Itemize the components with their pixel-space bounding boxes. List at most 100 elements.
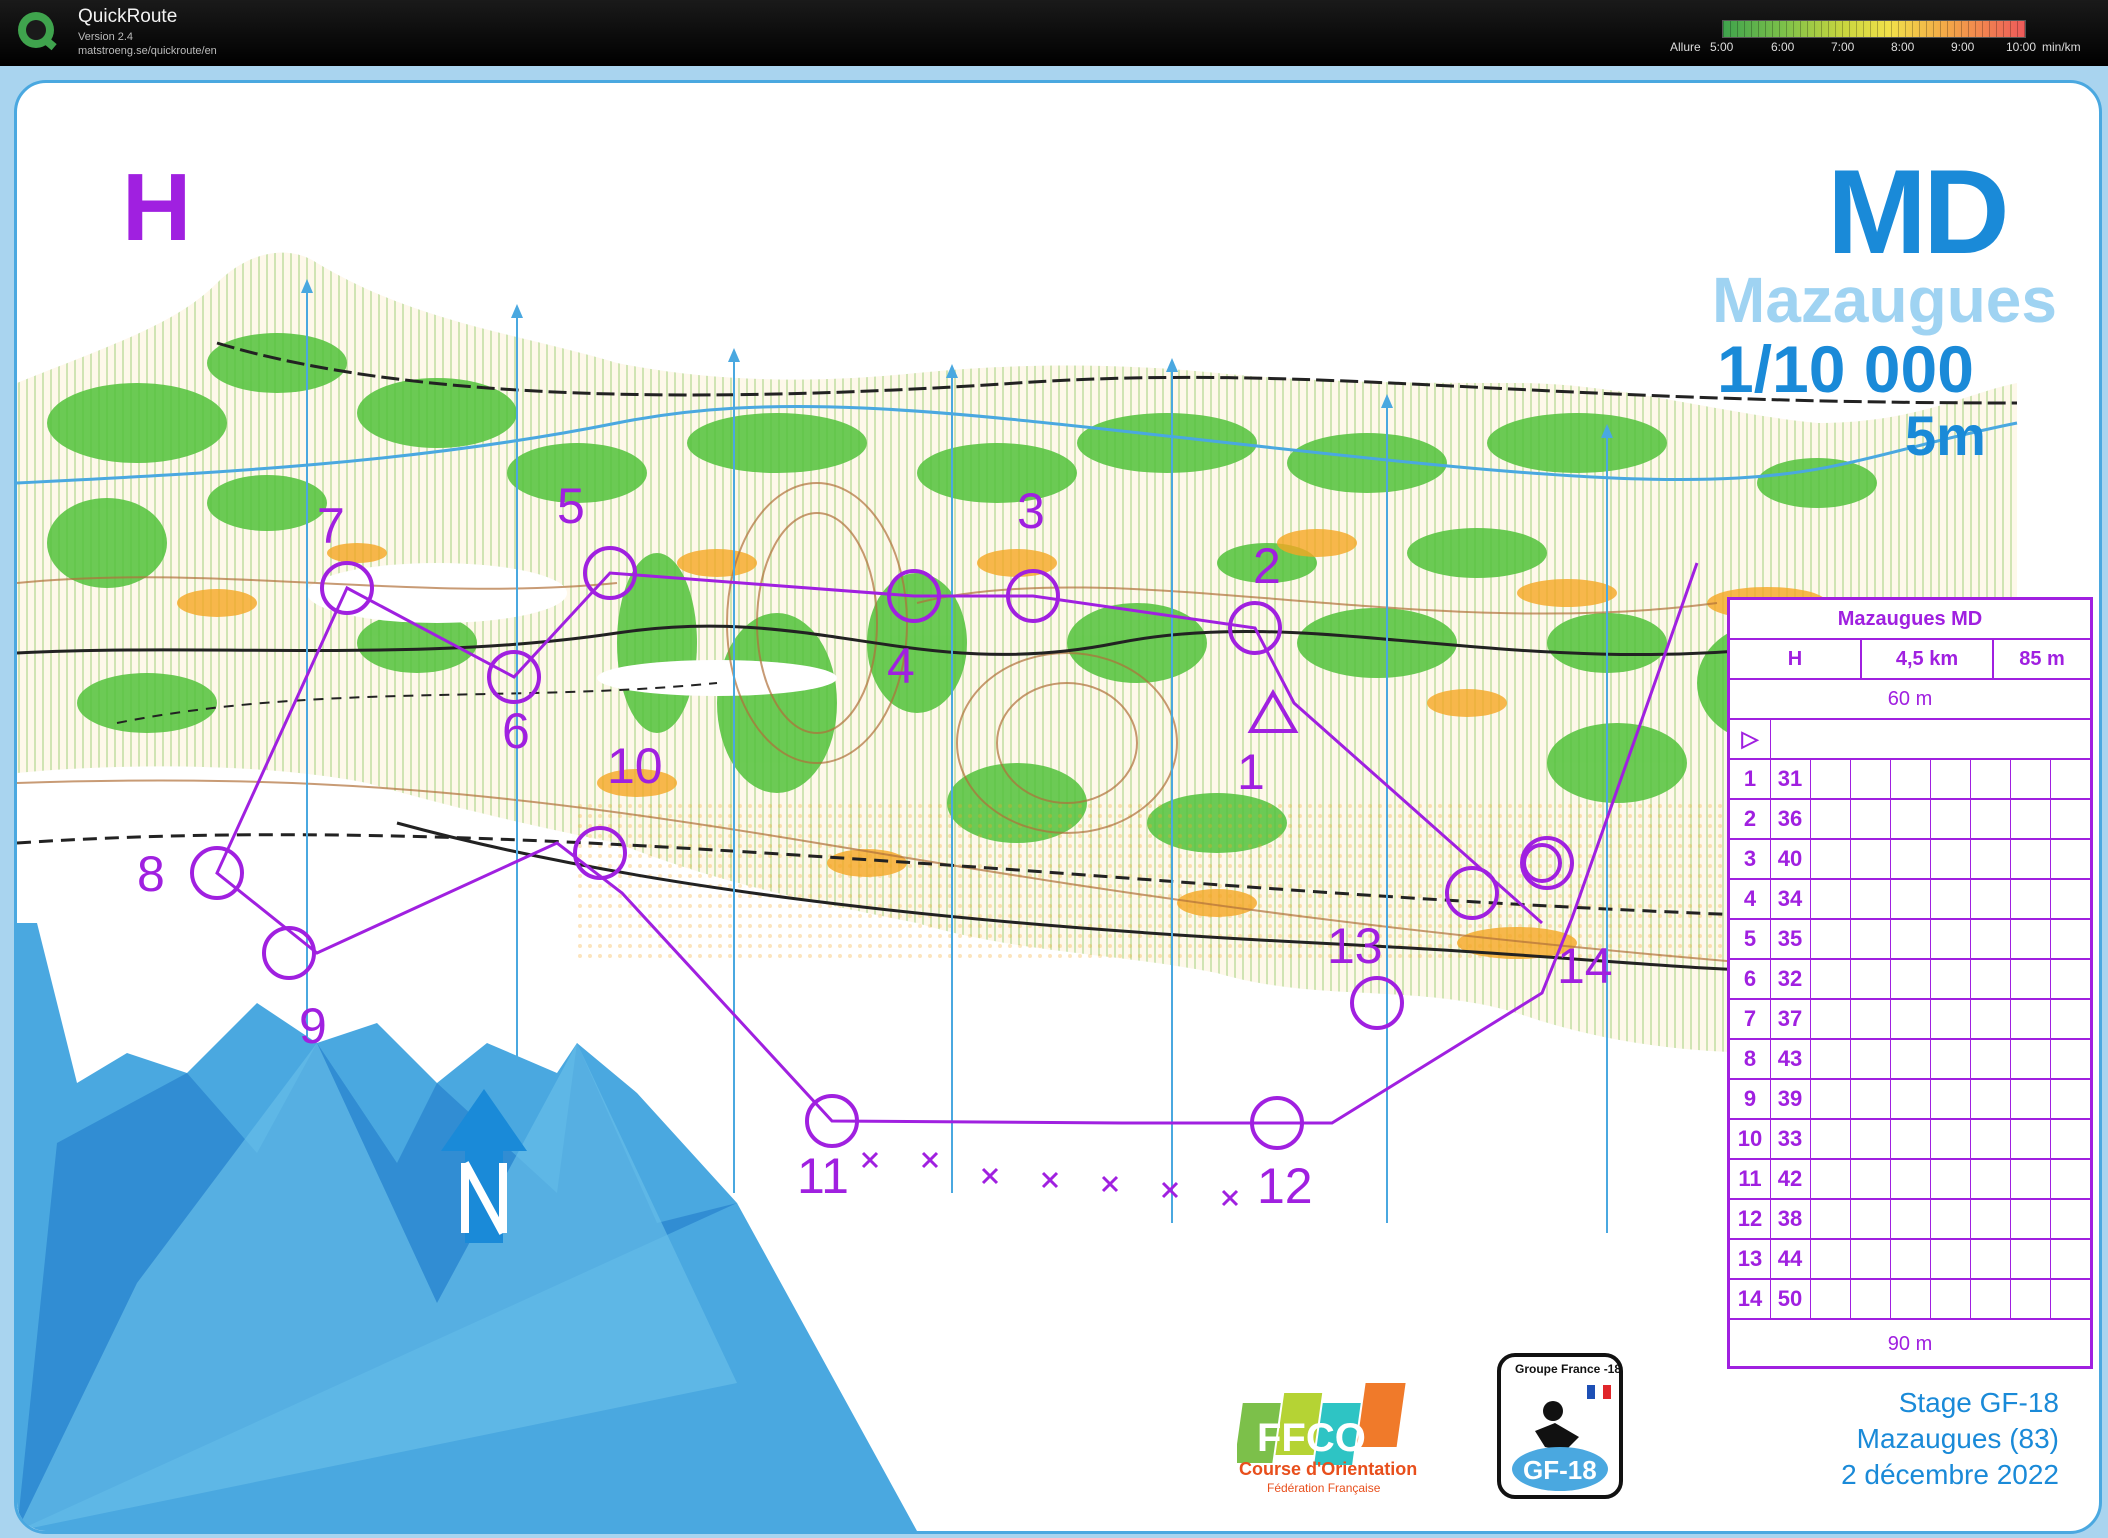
gf18-top-text: Groupe France -18 (1515, 1362, 1621, 1376)
cd-control-number: 5 (1730, 920, 1771, 958)
app-url[interactable]: matstroeng.se/quickroute/en (78, 45, 217, 57)
cd-control-number: 2 (1730, 800, 1771, 838)
cd-symbol-cell (1850, 1080, 1891, 1118)
pace-color-bar (1722, 20, 2026, 38)
cd-symbol-cell (1890, 960, 1931, 998)
cd-symbol-cell (1810, 760, 1851, 798)
cd-symbol-cell (1890, 1160, 1931, 1198)
cd-control-number: 11 (1730, 1160, 1771, 1198)
cd-symbol-cell (1850, 1040, 1891, 1078)
cd-symbol-cell (1810, 1200, 1851, 1238)
cd-event: Mazaugues MD (1837, 607, 1983, 630)
cd-control-number: 13 (1730, 1240, 1771, 1278)
cd-symbol-cell (2010, 920, 2051, 958)
contour-interval: 5m (1905, 404, 1986, 467)
cd-symbol-cell (2050, 1040, 2091, 1078)
cd-control-row: 13 44 (1730, 1240, 2091, 1280)
cd-symbol-cell (2050, 1240, 2091, 1278)
cd-control-number: 3 (1730, 840, 1771, 878)
ffco-caption: Course d'Orientation (1239, 1459, 1418, 1479)
cd-finish-marking: 90 m (1887, 1332, 1933, 1355)
cd-symbol-cell (1970, 920, 2011, 958)
cd-symbol-cell (1930, 1200, 1971, 1238)
cd-symbol-cell (1890, 1040, 1931, 1078)
pace-label: Allure (1670, 40, 1701, 54)
cd-class: H (1730, 640, 1862, 678)
cd-symbol-cell (1810, 1000, 1851, 1038)
cd-symbol-cell (2010, 1160, 2051, 1198)
cd-symbol-cell (1850, 1280, 1891, 1318)
cd-symbol-cell (1890, 760, 1931, 798)
cd-symbol-cell (2010, 1120, 2051, 1158)
cd-control-row: 5 35 (1730, 920, 2091, 960)
cd-control-code: 38 (1770, 1200, 1811, 1238)
cd-symbol-cell (1890, 1200, 1931, 1238)
cd-symbol-cell (1930, 840, 1971, 878)
map-scale: 1/10 000 (1717, 332, 1974, 406)
cd-symbol-cell (1890, 1120, 1931, 1158)
cd-symbol-cell (1970, 1080, 2011, 1118)
pace-tick: 10:00 (2006, 40, 2037, 54)
pace-tick: 8:00 (1891, 40, 1915, 54)
cd-control-row: 9 39 (1730, 1080, 2091, 1120)
cd-symbol-cell (2010, 760, 2051, 798)
cd-control-code: 42 (1770, 1160, 1811, 1198)
cd-symbol-cell (1930, 880, 1971, 918)
cd-symbol-cell (1810, 880, 1851, 918)
cd-length: 4,5 km (1862, 640, 1994, 678)
cd-symbol-cell (1850, 920, 1891, 958)
cd-symbol-cell (2050, 1080, 2091, 1118)
cd-symbol-cell (1930, 1080, 1971, 1118)
control-number: 14 (1557, 938, 1613, 994)
cd-control-code: 32 (1770, 960, 1811, 998)
cd-climb: 85 m (2019, 647, 2065, 670)
cd-control-row: 2 36 (1730, 800, 2091, 840)
cd-control-row: 10 33 (1730, 1120, 2091, 1160)
map-frame: 1 2 3 4 5 6 7 8 9 10 11 12 13 14 H MD Ma… (0, 66, 2108, 1538)
cd-symbol-cell (2050, 1160, 2091, 1198)
orienteering-map[interactable]: 1 2 3 4 5 6 7 8 9 10 11 12 13 14 H MD Ma… (14, 80, 2102, 1534)
control-number: 2 (1253, 538, 1281, 594)
app-titlebar: QuickRoute Version 2.4 matstroeng.se/qui… (0, 0, 2108, 66)
cd-title-row: Mazaugues MD (1730, 600, 2090, 640)
cd-symbol-cell (1850, 1240, 1891, 1278)
cd-control-row: 6 32 (1730, 960, 2091, 1000)
cd-symbol-cell (1850, 1120, 1891, 1158)
cd-control-number: 12 (1730, 1200, 1771, 1238)
cd-control-row: 3 40 (1730, 840, 2091, 880)
cd-symbol-cell (1970, 1040, 2011, 1078)
cd-symbol-cell (1890, 1280, 1931, 1318)
cd-control-code: 43 (1770, 1040, 1811, 1078)
cd-control-row: 4 34 (1730, 880, 2091, 920)
cd-symbol-cell (2050, 960, 2091, 998)
cd-symbol-cell (2050, 760, 2091, 798)
control-number: 6 (502, 703, 530, 759)
cd-control-code: 39 (1770, 1080, 1811, 1118)
cd-symbol-cell (1810, 840, 1851, 878)
cd-symbol-cell (2050, 880, 2091, 918)
cd-symbol-cell (1810, 800, 1851, 838)
cd-control-row: 14 50 (1730, 1280, 2091, 1320)
cd-control-row: 12 38 (1730, 1200, 2091, 1240)
cd-symbol-cell (1930, 800, 1971, 838)
cd-control-row: 7 37 (1730, 1000, 2091, 1040)
cd-symbol-cell (2010, 1280, 2051, 1318)
app-version: Version 2.4 (78, 31, 134, 43)
control-number: 5 (557, 478, 585, 534)
cd-control-row: 1 31 (1730, 760, 2091, 800)
cd-symbol-cell (1810, 1160, 1851, 1198)
cd-control-number: 6 (1730, 960, 1771, 998)
cd-symbol-cell (1930, 1000, 1971, 1038)
cd-symbol-cell (1970, 1200, 2011, 1238)
cd-symbol-cell (1890, 920, 1931, 958)
stage-line-1: Stage GF-18 (1898, 1387, 2059, 1418)
cd-symbol-cell (2010, 1000, 2051, 1038)
cd-start-marking: 60 m (1887, 687, 1933, 710)
cd-control-code: 34 (1770, 880, 1811, 918)
cd-symbol-cell (1890, 840, 1931, 878)
cd-control-row: 8 43 (1730, 1040, 2091, 1080)
control-number: 3 (1017, 483, 1045, 539)
cd-symbol-cell (2050, 1280, 2091, 1318)
cd-control-code: 37 (1770, 1000, 1811, 1038)
cd-symbol-cell (1850, 1200, 1891, 1238)
